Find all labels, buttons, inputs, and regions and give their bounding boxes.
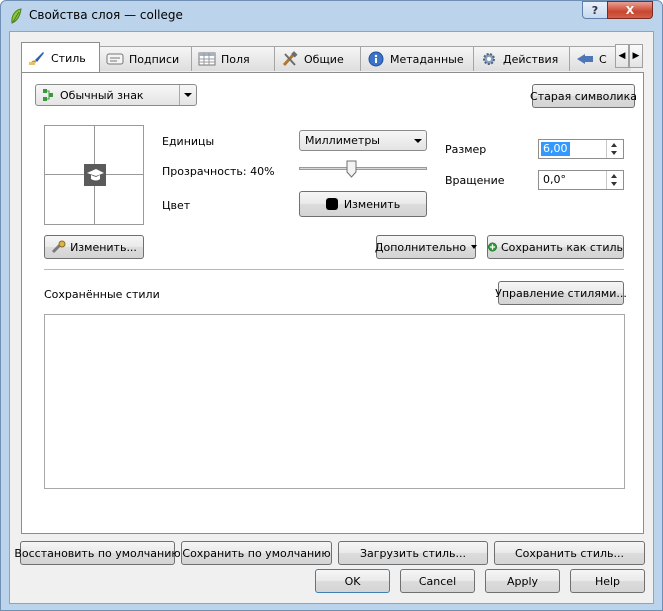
units-label: Единицы (162, 135, 215, 148)
tab-style-label: Стиль (51, 51, 86, 65)
save-as-style-button-label: Сохранить как стиль (500, 240, 623, 254)
size-spin-arrows[interactable] (606, 140, 623, 158)
saved-styles-label: Сохранённые стили (44, 288, 160, 301)
manage-styles-button[interactable]: Управление стилями... (495, 281, 627, 305)
load-style-button[interactable]: Загрузить стиль... (338, 541, 488, 565)
transparency-slider[interactable] (299, 160, 427, 178)
tab-general[interactable]: Общие (274, 46, 361, 71)
old-symbology-button[interactable]: Старая символика (530, 84, 637, 108)
tab-fields-label: Поля (221, 52, 250, 66)
transparency-label: Прозрачность: 40% (162, 165, 275, 178)
size-spinbox[interactable]: 6,00 (538, 139, 624, 159)
chevron-down-icon (410, 131, 426, 150)
labels-icon (106, 53, 124, 65)
add-icon (488, 242, 497, 252)
tab-scroll-left-button[interactable]: ◀ (615, 44, 629, 68)
units-combo-value: Миллиметры (305, 134, 380, 147)
chevron-down-icon (471, 245, 478, 249)
restore-default-button[interactable]: Восстановить по умолчанию (14, 541, 181, 565)
slider-track (299, 167, 427, 170)
renderer-combo-value: Обычный знак (60, 88, 144, 102)
tab-actions[interactable]: Действия (473, 46, 570, 71)
rotation-value[interactable]: 0,0° (541, 173, 568, 187)
rotation-label: Вращение (445, 174, 505, 187)
save-style-button[interactable]: Сохранить стиль... (494, 541, 645, 565)
advanced-button[interactable]: Дополнительно (374, 235, 478, 259)
close-icon: X (625, 3, 635, 17)
rotation-spinbox[interactable]: 0,0° (538, 170, 624, 190)
save-as-style-button[interactable]: Сохранить как стиль (487, 235, 624, 259)
color-label: Цвет (162, 199, 191, 212)
help-title-button[interactable]: ? (582, 1, 608, 19)
color-change-button-label: Изменить (343, 197, 401, 211)
color-change-button[interactable]: Изменить (299, 191, 427, 217)
color-swatch (325, 198, 338, 210)
tab-fields[interactable]: Поля (191, 46, 275, 71)
chevron-right-icon: ▶ (632, 51, 640, 61)
single-symbol-icon (43, 89, 53, 101)
slider-handle[interactable] (346, 160, 357, 178)
change-symbol-button-label: Изменить... (70, 240, 137, 254)
apply-button[interactable]: Apply (485, 569, 560, 593)
qgis-leaf-icon (11, 8, 22, 24)
tab-bar: Стиль Подписи Поля Общие Метаданные Дейс… (21, 42, 631, 72)
symbol-preview (44, 125, 144, 225)
rotation-spin-arrows[interactable] (606, 171, 623, 189)
wrench-icon (52, 240, 66, 254)
ok-button[interactable]: OK (315, 569, 390, 593)
tab-general-label: Общие (304, 52, 344, 66)
change-symbol-button[interactable]: Изменить... (44, 235, 144, 259)
renderer-combo[interactable]: Обычный знак (35, 84, 197, 106)
advanced-button-label: Дополнительно (374, 240, 467, 254)
title-bar: Свойства слоя — college ? X (1, 1, 662, 31)
saved-styles-list[interactable] (44, 314, 625, 489)
separator (44, 269, 624, 270)
help-button[interactable]: Help (570, 569, 645, 593)
gear-icon (483, 53, 495, 65)
units-combo[interactable]: Миллиметры (299, 130, 427, 151)
size-value[interactable]: 6,00 (541, 142, 570, 156)
chevron-down-icon (179, 85, 196, 105)
tab-scroll-right-button[interactable]: ▶ (629, 44, 643, 68)
size-label: Размер (445, 143, 487, 156)
brush-icon (29, 52, 44, 65)
info-icon (368, 51, 384, 67)
close-window-button[interactable]: X (607, 1, 653, 19)
window-title: Свойства слоя — college (29, 8, 183, 22)
tab-actions-label: Действия (503, 52, 559, 66)
layer-properties-window: Свойства слоя — college ? X Стиль Подпис… (0, 0, 663, 611)
tab-labels-label: Подписи (129, 52, 180, 66)
tools-icon (282, 51, 298, 67)
save-default-button[interactable]: Сохранить по умолчанию (181, 541, 332, 565)
tab-metadata[interactable]: Метаданные (360, 46, 474, 71)
tab-labels[interactable]: Подписи (99, 46, 192, 71)
style-panel: Обычный знак Старая символика Единицы Ми… (21, 72, 644, 534)
tab-diagrams-label: С (599, 52, 607, 66)
tab-style[interactable]: Стиль (21, 42, 100, 72)
dialog-client: Стиль Подписи Поля Общие Метаданные Дейс… (9, 31, 654, 604)
chevron-left-icon: ◀ (618, 51, 626, 61)
table-icon (198, 52, 216, 66)
college-symbol-icon (84, 164, 106, 186)
diagram-icon (577, 54, 593, 64)
help-glyph: ? (591, 3, 599, 17)
tab-metadata-label: Метаданные (390, 52, 464, 66)
cancel-button[interactable]: Cancel (400, 569, 475, 593)
